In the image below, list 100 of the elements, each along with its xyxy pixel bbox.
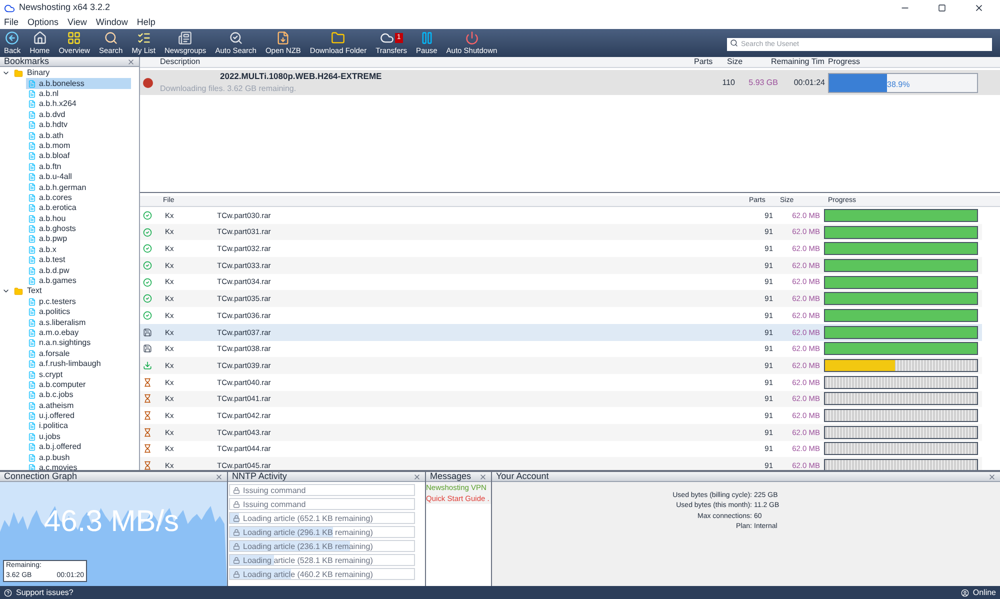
check-icon <box>143 228 152 237</box>
menu-item[interactable]: View <box>68 16 87 30</box>
tree-item[interactable]: a.b.c.jobs <box>26 390 131 400</box>
hourglass-icon <box>143 461 152 470</box>
job-status: Downloading files. 3.62 GB remaining. <box>160 82 298 95</box>
tree-item[interactable]: a.b.x <box>26 244 131 256</box>
document-icon <box>28 350 36 358</box>
tree-item[interactable]: a.b.pwp <box>26 234 131 245</box>
tree-item[interactable]: i.politica <box>26 421 131 432</box>
tree-item[interactable]: a.b.cores <box>26 192 131 204</box>
lock-icon <box>233 501 240 508</box>
activity-text: Loading article (296.1 KB remaining) <box>243 527 373 538</box>
tree-item[interactable]: a.b.u-4all <box>26 172 131 182</box>
tree-item[interactable]: a.c.movies <box>26 462 131 470</box>
tree-item[interactable]: a.b.h.german <box>26 182 131 193</box>
tree-item[interactable]: a.b.boneless <box>26 78 131 89</box>
job-title: 2022.MULTi.1080p.WEB.H264-EXTREME <box>219 70 383 83</box>
tree-item[interactable]: a.b.erotica <box>26 203 131 214</box>
tree-item[interactable]: a.b.mom <box>26 140 131 152</box>
column-header[interactable]: Size <box>727 56 771 68</box>
lock-icon <box>233 543 240 550</box>
tree-item[interactable]: a.b.nl <box>26 88 131 100</box>
tree-item[interactable]: a.m.o.ebay <box>26 328 131 338</box>
search-icon <box>104 31 118 46</box>
tree-item[interactable]: n.a.n.sightings <box>26 338 131 349</box>
hourglass-icon <box>143 394 152 404</box>
tree-item[interactable]: a.f.rush-limbaugh <box>26 358 131 370</box>
document-icon <box>28 318 36 327</box>
support-link[interactable]: Support issues? <box>16 586 74 598</box>
document-icon <box>28 370 36 379</box>
document-icon <box>28 402 36 410</box>
folder-icon <box>14 68 23 78</box>
remaining-time: 00:01:24 <box>792 76 826 88</box>
hourglass-icon <box>143 428 152 437</box>
check-icon <box>143 260 152 270</box>
tree-item[interactable]: u.jobs <box>26 432 131 442</box>
tree-item[interactable]: a.b.test <box>26 255 131 266</box>
tree-item[interactable]: a.forsale <box>26 348 131 359</box>
tree-group[interactable]: Text <box>0 286 131 297</box>
menu-item[interactable]: Window <box>96 16 128 30</box>
download-icon <box>143 361 152 370</box>
document-icon <box>28 266 36 275</box>
document-icon <box>28 380 36 389</box>
help-icon[interactable] <box>4 588 12 596</box>
document-icon <box>28 432 36 441</box>
document-icon <box>28 298 36 306</box>
maximize-icon[interactable] <box>938 4 946 12</box>
document-icon <box>28 422 36 430</box>
tree-item[interactable]: a.b.j.offered <box>26 442 131 452</box>
tree-item[interactable]: a.b.computer <box>26 380 131 390</box>
document-icon <box>28 443 36 452</box>
check-icon <box>143 294 152 304</box>
tree-item[interactable]: a.b.hdtv <box>26 120 131 130</box>
lock-icon <box>233 557 240 564</box>
tree-item[interactable]: a.s.liberalism <box>26 317 131 328</box>
tree-item[interactable]: a.b.ftn <box>26 162 131 172</box>
document-icon <box>28 214 36 223</box>
menu-item[interactable]: Help <box>136 16 156 30</box>
search-icon <box>730 39 738 47</box>
document-icon <box>28 464 36 470</box>
activity-text: Loading article (528.1 KB remaining) <box>243 555 373 566</box>
tree-item[interactable]: a.b.dvd <box>26 110 131 120</box>
tree-item[interactable]: s.crypt <box>26 369 131 380</box>
document-icon <box>28 152 36 160</box>
tree-item[interactable]: a.b.games <box>26 276 131 286</box>
tree-item[interactable]: u.j.offered <box>26 410 131 422</box>
menu-item[interactable]: File <box>4 16 19 30</box>
column-header[interactable]: Parts <box>694 56 727 68</box>
column-header[interactable]: Description <box>140 56 694 68</box>
job-row[interactable]: 2022.MULTi.1080p.WEB.H264-EXTREME Downloading files. 3.62 GB remaining. 110 5.93 GB 00:01:24 38.9% <box>140 70 1000 95</box>
activity-text: Loading article (236.1 KB remaining) <box>243 541 373 552</box>
tree-item[interactable]: a.b.d.pw <box>26 265 131 276</box>
menu-item[interactable]: Options <box>28 16 59 30</box>
document-icon <box>28 173 36 182</box>
document-icon <box>28 328 36 337</box>
check-icon <box>143 244 152 254</box>
tree-item[interactable]: a.b.ghosts <box>26 224 131 234</box>
document-icon <box>28 256 36 264</box>
grid-icon <box>67 31 82 46</box>
column-header[interactable]: Remaining Tim <box>771 56 828 68</box>
document-icon <box>28 100 36 108</box>
close-icon[interactable] <box>974 3 984 13</box>
hourglass-icon <box>143 411 152 420</box>
tree-item[interactable]: a.politics <box>26 306 131 318</box>
cloud-icon <box>380 31 394 46</box>
document-icon <box>28 246 36 254</box>
size-value: 5.93 GB <box>748 76 779 88</box>
folder-icon <box>14 286 23 296</box>
column-header[interactable]: Progress <box>828 56 1000 68</box>
tree-item[interactable]: a.b.h.x264 <box>26 99 131 110</box>
tree-item[interactable]: p.c.testers <box>26 296 131 307</box>
tree-item[interactable]: a.b.hou <box>26 213 131 224</box>
tree-item[interactable]: a.b.ath <box>26 130 131 141</box>
tree-item[interactable]: a.p.bush <box>26 452 131 463</box>
folder-icon <box>331 31 346 46</box>
tree-item[interactable]: a.b.bloaf <box>26 151 131 162</box>
tree-item[interactable]: a.atheism <box>26 400 131 411</box>
connection-status: Online <box>972 586 996 598</box>
tree-group[interactable]: Binary <box>0 68 131 78</box>
newspaper-icon <box>178 31 192 46</box>
